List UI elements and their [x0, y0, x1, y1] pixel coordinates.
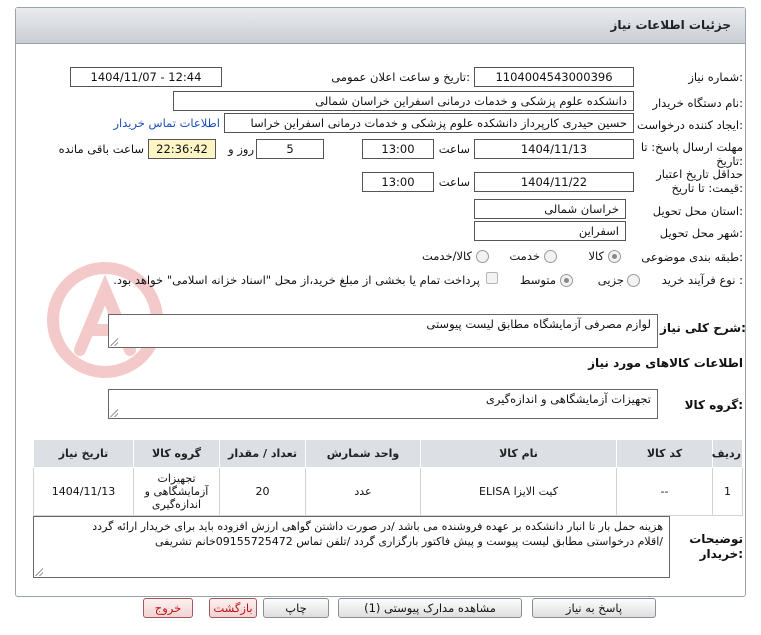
buyer-notes-textarea[interactable]: هزینه حمل بار تا انبار دانشکده بر عهده ف…	[33, 516, 670, 578]
category-service-label: خدمت	[509, 249, 540, 263]
panel-header: جزئیات اطلاعات نیاز	[16, 8, 745, 44]
process-minor-label: جزیی	[597, 273, 624, 287]
col-header-row-number: ردیف	[712, 439, 743, 468]
col-header-goods-name: نام کالا	[420, 439, 617, 468]
process-minor-radio[interactable]	[627, 274, 640, 287]
resize-grip[interactable]	[110, 338, 118, 346]
send-time-field: 13:00	[362, 139, 434, 159]
description-text: لوازم مصرفی آزمایشگاه مطابق لیست پیوستی	[426, 317, 651, 331]
days-field: 5	[256, 139, 324, 159]
cell-need-date: 1404/11/13	[33, 467, 134, 516]
announce-field: 1404/11/07 - 12:44	[70, 67, 222, 87]
col-header-need-date: تاریخ نیاز	[33, 439, 134, 468]
cell-unit: عدد	[305, 467, 421, 516]
cell-goods-name: کیت الایزا ELISA	[420, 467, 617, 516]
panel-title: جزئیات اطلاعات نیاز	[610, 18, 731, 32]
description-textarea[interactable]: لوازم مصرفی آزمایشگاه مطابق لیست پیوستی	[108, 314, 658, 348]
days-label: روز و	[228, 142, 254, 156]
treasury-payment-checkbox[interactable]	[486, 272, 498, 284]
col-header-goods-group: گروه کالا	[133, 439, 220, 468]
validity-time-field: 13:00	[362, 172, 434, 192]
validity-date-field: 1404/11/22	[474, 172, 634, 192]
cell-row-number: 1	[712, 467, 743, 516]
need-number-field: 1104004543000396	[474, 67, 634, 87]
province-label: استان محل تحویل:	[652, 204, 743, 218]
category-goods-service-label: کالا/خدمت	[421, 249, 472, 263]
cell-quantity: 20	[219, 467, 306, 516]
creator-label: ایجاد کننده درخواست:	[637, 118, 743, 132]
resize-grip[interactable]	[35, 568, 43, 576]
resize-grip[interactable]	[110, 409, 118, 417]
category-goods-service-radio[interactable]	[476, 250, 489, 263]
category-service-radio[interactable]	[544, 250, 557, 263]
category-label: طبقه بندی موضوعی:	[641, 250, 743, 264]
buyer-notes-label: توضیحات	[689, 532, 743, 546]
city-field: اسفراین	[474, 221, 626, 241]
buyer-org-label: نام دستگاه خریدار:	[652, 96, 743, 110]
category-goods-label: کالا	[588, 249, 604, 263]
validity-label-2: قیمت: تا تاریخ:	[671, 181, 743, 195]
cell-goods-group: تجهیزات آزمایشگاهی و اندازه‌گیری	[133, 467, 220, 516]
description-label: شرح کلی نیاز:	[660, 321, 746, 335]
goods-table: ردیف کد کالا نام کالا واحد شمارش تعداد /…	[33, 439, 743, 516]
goods-section-title: اطلاعات کالاهای مورد نیاز	[588, 356, 743, 370]
validity-label: حداقل تاریخ اعتبار	[656, 167, 743, 181]
buyer-notes-line-1: هزینه حمل بار تا انبار دانشکده بر عهده ف…	[92, 520, 663, 533]
treasury-payment-note: پرداخت تمام یا بخشی از مبلغ خرید،از محل …	[113, 273, 480, 287]
view-attachments-button[interactable]: مشاهده مدارک پیوستی (1)	[338, 598, 522, 618]
col-header-goods-code: کد کالا	[616, 439, 713, 468]
buyer-notes-label-2: خریدار:	[699, 547, 743, 561]
goods-group-text: تجهیزات آزمایشگاهی و اندازه‌گیری	[485, 392, 651, 406]
table-row[interactable]: 1 -- کیت الایزا ELISA عدد 20 تجهیزات آزم…	[33, 467, 743, 516]
goods-group-label: گروه کالا:	[684, 398, 743, 412]
need-number-label: شماره نیاز:	[688, 70, 743, 84]
category-goods-radio[interactable]	[608, 250, 621, 263]
province-field: خراسان شمالی	[474, 199, 626, 219]
print-button[interactable]: چاپ	[263, 598, 329, 618]
send-time-label: ساعت	[438, 142, 470, 156]
buyer-notes-line-2: /اقلام درخواستی مطابق لیست پیوست و پیش ف…	[155, 535, 663, 548]
creator-field: حسین حیدری کارپرداز دانشکده علوم پزشکی و…	[224, 113, 634, 133]
city-label: شهر محل تحویل:	[659, 226, 743, 240]
send-deadline-label: مهلت ارسال پاسخ: تا	[640, 140, 743, 154]
reply-button[interactable]: پاسخ به نیاز	[532, 598, 656, 618]
process-label: نوع فرآیند خرید :	[661, 273, 743, 287]
cell-goods-code: --	[616, 467, 713, 516]
buyer-contact-link[interactable]: اطلاعات تماس خریدار	[110, 116, 220, 130]
process-medium-radio[interactable]	[560, 274, 573, 287]
col-header-quantity: تعداد / مقدار	[219, 439, 306, 468]
buyer-org-field: دانشکده علوم پزشکی و خدمات درمانی اسفرای…	[173, 91, 634, 111]
table-header-row: ردیف کد کالا نام کالا واحد شمارش تعداد /…	[33, 439, 743, 468]
goods-group-textarea[interactable]: تجهیزات آزمایشگاهی و اندازه‌گیری	[108, 389, 658, 419]
validity-time-label: ساعت	[438, 175, 470, 189]
announce-label: تاریخ و ساعت اعلان عمومی:	[331, 70, 470, 84]
process-medium-label: متوسط	[519, 273, 556, 287]
remaining-time-label: ساعت باقی مانده	[58, 142, 144, 156]
back-button[interactable]: بازگشت	[209, 598, 257, 618]
remaining-time-field: 22:36:42	[148, 139, 216, 159]
col-header-unit: واحد شمارش	[305, 439, 421, 468]
exit-button[interactable]: خروج	[143, 598, 193, 618]
send-date-field: 1404/11/13	[474, 139, 634, 159]
send-deadline-label-2: تاریخ:	[716, 154, 743, 168]
